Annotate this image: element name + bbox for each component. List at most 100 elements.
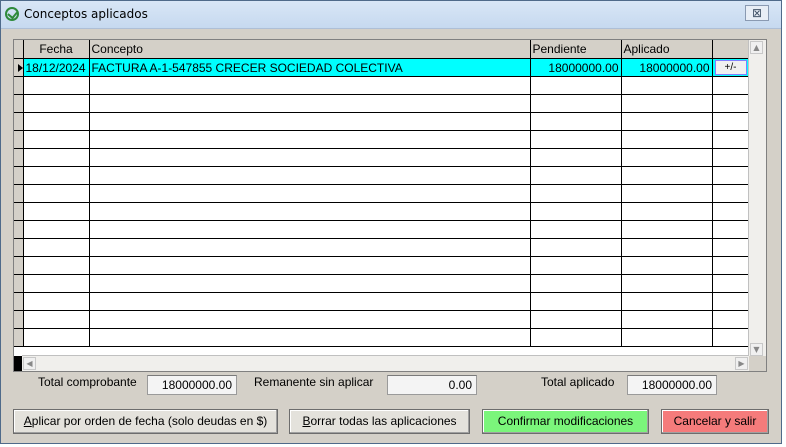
- cell-aplicado[interactable]: [621, 94, 713, 113]
- cell-fecha[interactable]: [23, 220, 90, 239]
- cell-aplicado[interactable]: [621, 112, 713, 131]
- close-button[interactable]: ⊠: [745, 5, 769, 21]
- cell-concepto[interactable]: [89, 112, 531, 131]
- cell-concepto[interactable]: [89, 166, 531, 185]
- column-header-pendiente[interactable]: Pendiente: [530, 40, 622, 59]
- cell-action[interactable]: [712, 238, 749, 257]
- cell-fecha[interactable]: [23, 184, 90, 203]
- cell-aplicado[interactable]: [621, 76, 713, 95]
- confirmar-button[interactable]: Confirmar modificaciones: [482, 409, 649, 434]
- cell-concepto[interactable]: [89, 130, 531, 149]
- row-selector[interactable]: [14, 148, 24, 167]
- cell-fecha[interactable]: [23, 328, 90, 347]
- table-row[interactable]: [14, 310, 749, 329]
- cell-aplicado[interactable]: [621, 130, 713, 149]
- row-selector[interactable]: [14, 112, 24, 131]
- cell-fecha[interactable]: [23, 148, 90, 167]
- cell-action[interactable]: [712, 76, 749, 95]
- cell-pendiente[interactable]: [530, 94, 622, 113]
- cell-concepto[interactable]: [89, 202, 531, 221]
- borrar-aplicaciones-button[interactable]: Borrar todas las aplicaciones: [289, 409, 470, 434]
- cell-action[interactable]: [712, 220, 749, 239]
- row-selector[interactable]: [14, 76, 24, 95]
- cell-concepto[interactable]: [89, 310, 531, 329]
- cell-aplicado[interactable]: [621, 148, 713, 167]
- row-selector[interactable]: [14, 58, 24, 77]
- cell-aplicado[interactable]: [621, 238, 713, 257]
- cell-aplicado[interactable]: [621, 292, 713, 311]
- cell-aplicado[interactable]: [621, 328, 713, 347]
- table-row[interactable]: [14, 274, 749, 293]
- table-row[interactable]: [14, 256, 749, 275]
- cell-aplicado[interactable]: [621, 310, 713, 329]
- vertical-scrollbar[interactable]: ▲ ▼: [748, 40, 766, 357]
- scroll-down-icon[interactable]: ▼: [750, 343, 763, 356]
- cell-fecha[interactable]: [23, 292, 90, 311]
- cell-pendiente[interactable]: [530, 130, 622, 149]
- cell-pendiente[interactable]: [530, 256, 622, 275]
- cell-pendiente[interactable]: [530, 202, 622, 221]
- cell-pendiente[interactable]: [530, 220, 622, 239]
- row-selector[interactable]: [14, 310, 24, 329]
- cell-action[interactable]: [712, 328, 749, 347]
- cell-action[interactable]: [712, 256, 749, 275]
- cell-action[interactable]: [712, 166, 749, 185]
- column-header-action[interactable]: [712, 40, 749, 59]
- scroll-right-icon[interactable]: ▶: [735, 357, 748, 370]
- cell-aplicado[interactable]: [621, 166, 713, 185]
- cell-concepto[interactable]: [89, 184, 531, 203]
- row-selector[interactable]: [14, 274, 24, 293]
- cell-fecha[interactable]: [23, 76, 90, 95]
- cell-concepto[interactable]: [89, 256, 531, 275]
- cell-action[interactable]: [712, 184, 749, 203]
- cell-pendiente[interactable]: [530, 112, 622, 131]
- cell-concepto[interactable]: [89, 220, 531, 239]
- cell-concepto[interactable]: FACTURA A-1-547855 CRECER SOCIEDAD COLEC…: [89, 58, 531, 77]
- table-row[interactable]: 18/12/2024 FACTURA A-1-547855 CRECER SOC…: [14, 58, 749, 77]
- table-row[interactable]: [14, 112, 749, 131]
- cell-pendiente[interactable]: [530, 166, 622, 185]
- column-header-aplicado[interactable]: Aplicado: [621, 40, 713, 59]
- cell-fecha[interactable]: [23, 238, 90, 257]
- cell-action[interactable]: [712, 112, 749, 131]
- column-header-fecha[interactable]: Fecha: [23, 40, 90, 59]
- cell-concepto[interactable]: [89, 148, 531, 167]
- aplicar-por-fecha-button[interactable]: Aplicar por orden de fecha (solo deudas …: [13, 409, 278, 434]
- cell-concepto[interactable]: [89, 238, 531, 257]
- cell-action[interactable]: [712, 274, 749, 293]
- table-row[interactable]: [14, 328, 749, 347]
- cell-action[interactable]: [712, 94, 749, 113]
- row-selector[interactable]: [14, 256, 24, 275]
- row-selector[interactable]: [14, 220, 24, 239]
- cell-pendiente[interactable]: [530, 310, 622, 329]
- table-row[interactable]: [14, 238, 749, 257]
- cell-pendiente[interactable]: [530, 274, 622, 293]
- table-row[interactable]: [14, 76, 749, 95]
- cell-concepto[interactable]: [89, 76, 531, 95]
- cell-action[interactable]: +/-: [712, 58, 749, 77]
- cell-pendiente[interactable]: [530, 292, 622, 311]
- cell-concepto[interactable]: [89, 94, 531, 113]
- cell-aplicado[interactable]: [621, 184, 713, 203]
- table-row[interactable]: [14, 94, 749, 113]
- plus-minus-button[interactable]: +/-: [714, 60, 747, 75]
- cell-aplicado[interactable]: [621, 220, 713, 239]
- cell-fecha[interactable]: [23, 166, 90, 185]
- row-selector[interactable]: [14, 202, 24, 221]
- horizontal-scrollbar[interactable]: ◀ ▶: [22, 355, 749, 371]
- cell-action[interactable]: [712, 310, 749, 329]
- cell-pendiente[interactable]: [530, 328, 622, 347]
- table-row[interactable]: [14, 148, 749, 167]
- cancelar-button[interactable]: Cancelar y salir: [661, 409, 769, 434]
- table-row[interactable]: [14, 130, 749, 149]
- table-row[interactable]: [14, 220, 749, 239]
- cell-concepto[interactable]: [89, 328, 531, 347]
- cell-fecha[interactable]: [23, 130, 90, 149]
- cell-fecha[interactable]: [23, 202, 90, 221]
- cell-aplicado[interactable]: [621, 202, 713, 221]
- cell-aplicado[interactable]: [621, 274, 713, 293]
- table-row[interactable]: [14, 292, 749, 311]
- scroll-left-icon[interactable]: ◀: [23, 357, 36, 370]
- cell-pendiente[interactable]: [530, 76, 622, 95]
- cell-action[interactable]: [712, 292, 749, 311]
